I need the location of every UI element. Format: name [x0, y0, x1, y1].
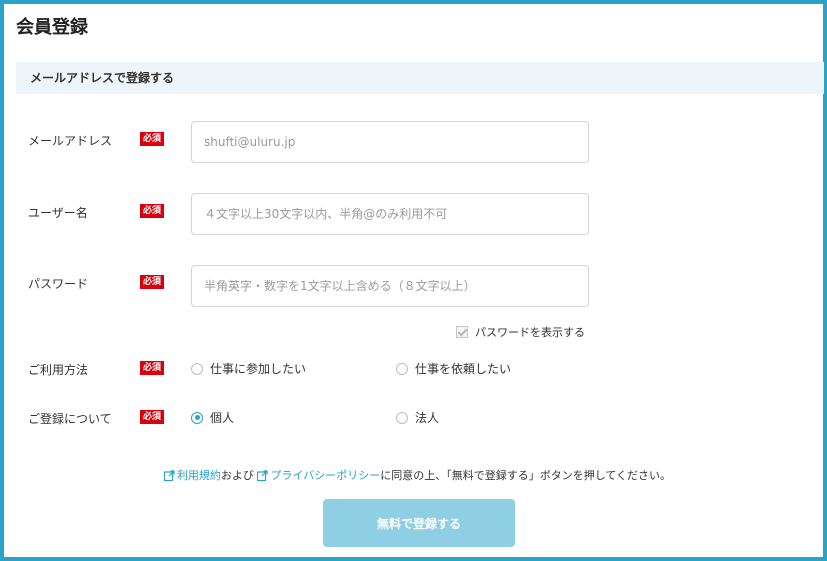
privacy-policy-link[interactable]: プライバシーポリシー	[257, 469, 380, 482]
registration-option-label: 法人	[415, 411, 440, 425]
radio-icon[interactable]	[396, 362, 408, 375]
required-badge: 必須	[140, 361, 164, 375]
usage-option-request[interactable]: 仕事を依頼したい	[396, 360, 511, 377]
terms-and: および	[220, 469, 254, 482]
show-password-toggle[interactable]: パスワードを表示する	[456, 324, 585, 340]
terms-suffix: に同意の上、「無料で登録する」ボタンを押してください。	[380, 469, 672, 482]
terms-link-label: 利用規約	[176, 469, 221, 482]
section-header: メールアドレスで登録する	[16, 62, 824, 94]
required-badge: 必須	[140, 410, 164, 424]
radio-icon[interactable]	[191, 362, 203, 375]
page-title: 会員登録	[16, 17, 88, 38]
usage-option-label: 仕事を依頼したい	[415, 362, 512, 376]
radio-icon[interactable]	[396, 411, 408, 424]
terms-link[interactable]: 利用規約	[163, 469, 221, 482]
required-badge: 必須	[140, 275, 164, 289]
password-label: パスワード	[28, 277, 89, 291]
registration-option-corporate[interactable]: 法人	[396, 409, 439, 426]
radio-selected-icon[interactable]	[191, 411, 203, 424]
username-label: ユーザー名	[28, 206, 88, 220]
privacy-policy-label: プライバシーポリシー	[270, 469, 381, 482]
registration-option-label: 個人	[210, 411, 235, 425]
external-link-icon	[163, 470, 175, 481]
password-field[interactable]	[191, 265, 589, 307]
external-link-icon	[257, 470, 269, 481]
register-free-button[interactable]: 無料で登録する	[323, 499, 515, 547]
email-label: メールアドレス	[28, 134, 113, 148]
registration-type-label: ご登録について	[28, 412, 112, 426]
show-password-checkbox[interactable]	[456, 326, 468, 338]
show-password-label: パスワードを表示する	[475, 326, 585, 339]
usage-option-work[interactable]: 仕事に参加したい	[191, 360, 306, 377]
username-field[interactable]	[191, 193, 589, 235]
registration-form-frame: 会員登録 メールアドレスで登録する メールアドレス 必須 ユーザー名 必須 パス…	[0, 0, 827, 561]
registration-option-individual[interactable]: 個人	[191, 409, 234, 426]
usage-label: ご利用方法	[28, 363, 89, 377]
required-badge: 必須	[140, 204, 164, 218]
usage-option-label: 仕事に参加したい	[210, 362, 307, 376]
email-field[interactable]	[191, 121, 589, 163]
required-badge: 必須	[140, 132, 164, 146]
terms-notice: 利用規約および プライバシーポリシーに同意の上、「無料で登録する」ボタンを押して…	[4, 467, 827, 483]
